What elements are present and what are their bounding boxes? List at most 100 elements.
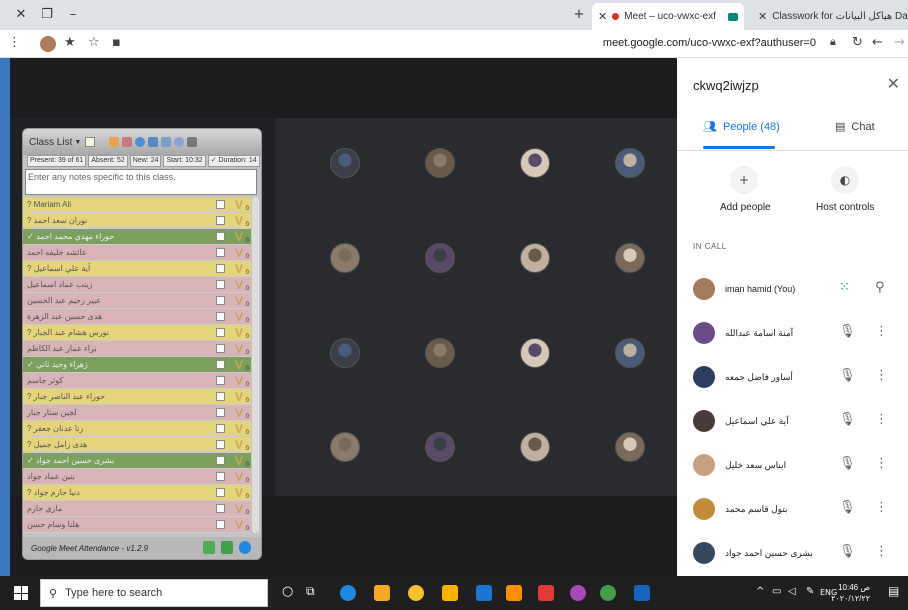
- windows-start-icon[interactable]: [14, 586, 28, 600]
- hand-icon[interactable]: V: [235, 310, 243, 324]
- hand-icon[interactable]: V: [235, 342, 243, 356]
- participant-video-avatar[interactable]: [330, 338, 360, 368]
- close-window-icon[interactable]: ✕: [8, 7, 34, 22]
- minimize-window-icon[interactable]: –: [60, 7, 86, 22]
- attendance-checkbox[interactable]: [216, 392, 225, 401]
- chrome-icon[interactable]: [408, 585, 424, 601]
- participant-row[interactable]: بشرى حسين احمد جواد 🎙︎ ⋮: [677, 534, 908, 578]
- reload-icon[interactable]: ↻: [852, 35, 863, 50]
- student-row[interactable]: ✓ بشرى حسين احمد جواد V 0: [23, 453, 251, 469]
- hand-icon[interactable]: V: [235, 198, 243, 212]
- student-row[interactable]: ? نوران سعد احمد V 0: [23, 213, 251, 229]
- student-row[interactable]: هدى حسين عبد الزهرة V 0: [23, 309, 251, 325]
- back-icon[interactable]: ←: [872, 35, 883, 50]
- student-row[interactable]: ? دنيا حازم جواد V 0: [23, 485, 251, 501]
- participant-row[interactable]: آية علي اسماعيل 🎙︎ ⋮: [677, 402, 908, 446]
- student-row[interactable]: بنين عماد جواد V 0: [23, 469, 251, 485]
- url-text[interactable]: meet.google.com/uco-vwxc-exf?authuser=0: [603, 37, 816, 49]
- participant-row[interactable]: آمنة اسامة عبدالله 🎙︎ ⋮: [677, 314, 908, 358]
- file-explorer-icon[interactable]: [374, 585, 390, 601]
- download-icon[interactable]: [221, 541, 233, 554]
- close-panel-icon[interactable]: ✕: [887, 74, 900, 93]
- participant-video-avatar[interactable]: [520, 148, 550, 178]
- more-options-icon[interactable]: ⋮: [875, 500, 888, 515]
- hand-icon[interactable]: V: [235, 214, 243, 228]
- attendance-checkbox[interactable]: [216, 344, 225, 353]
- refresh-icon[interactable]: [135, 137, 146, 147]
- spreadsheet-icon[interactable]: [203, 541, 215, 554]
- student-row[interactable]: لجين ستار جبار V 0: [23, 405, 251, 421]
- participant-video-avatar[interactable]: [615, 243, 645, 273]
- hand-icon[interactable]: V: [235, 518, 243, 532]
- student-row[interactable]: كوثر جاسم V 0: [23, 373, 251, 389]
- tab-close-icon[interactable]: ✕: [598, 10, 607, 23]
- attendance-checkbox[interactable]: [216, 424, 225, 433]
- clock[interactable]: 10:46 ص ٢٠٢٠/١٢/٢٢: [831, 582, 870, 604]
- participant-video-avatar[interactable]: [425, 338, 455, 368]
- student-row[interactable]: ? آية علي اسماعيل V 0: [23, 261, 251, 277]
- network-icon[interactable]: ▭: [772, 586, 781, 597]
- speaking-indicator-icon[interactable]: ⁙: [839, 280, 850, 295]
- add-people-button[interactable]: Add people: [720, 202, 771, 213]
- hand-icon[interactable]: V: [235, 438, 243, 452]
- edit-icon[interactable]: [122, 137, 133, 147]
- participant-video-avatar[interactable]: [330, 243, 360, 273]
- more-options-icon[interactable]: ⋮: [875, 456, 888, 471]
- hand-icon[interactable]: V: [235, 422, 243, 436]
- student-row[interactable]: براء عمار عبد الكاظم V 0: [23, 341, 251, 357]
- edge-icon[interactable]: [340, 585, 356, 601]
- participant-video-avatar[interactable]: [615, 432, 645, 462]
- hand-icon[interactable]: V: [235, 230, 243, 244]
- more-options-icon[interactable]: ⋮: [875, 544, 888, 559]
- tab-classwork[interactable]: ✕ Classwork for هياكل البيانات Data: [752, 3, 908, 30]
- participant-video-avatar[interactable]: [330, 432, 360, 462]
- participant-video-avatar[interactable]: [615, 148, 645, 178]
- attendance-checkbox[interactable]: [216, 248, 225, 257]
- mic-off-icon[interactable]: 🎙︎: [839, 368, 856, 383]
- notepad-icon[interactable]: [85, 137, 96, 147]
- attendance-checkbox[interactable]: [216, 520, 225, 529]
- viber-icon[interactable]: [570, 585, 586, 601]
- attendance-checkbox[interactable]: [216, 264, 225, 273]
- cortana-icon[interactable]: ○: [282, 584, 293, 599]
- hand-icon[interactable]: V: [235, 358, 243, 372]
- attendance-checkbox[interactable]: [216, 408, 225, 417]
- attendance-checkbox[interactable]: [216, 472, 225, 481]
- mic-off-icon[interactable]: 🎙︎: [839, 500, 856, 515]
- participant-video-avatar[interactable]: [425, 243, 455, 273]
- bookmark-star-icon[interactable]: ☆: [88, 35, 100, 50]
- store-icon[interactable]: [442, 585, 458, 601]
- participant-row[interactable]: iman hamid (You) ⁙ ⚲: [677, 270, 908, 314]
- mic-off-icon[interactable]: 🎙︎: [839, 324, 856, 339]
- attendance-checkbox[interactable]: [216, 216, 225, 225]
- hand-icon[interactable]: V: [235, 470, 243, 484]
- restore-window-icon[interactable]: ❐: [34, 7, 60, 22]
- student-row[interactable]: هلنا وسام حسن V 0: [23, 517, 251, 533]
- office-icon[interactable]: [538, 585, 554, 601]
- export-icon[interactable]: [109, 137, 120, 147]
- participant-row[interactable]: ايناس سعد خليل 🎙︎ ⋮: [677, 446, 908, 490]
- mic-off-icon[interactable]: 🎙︎: [839, 544, 856, 559]
- hand-icon[interactable]: V: [235, 326, 243, 340]
- attendance-checkbox[interactable]: [216, 504, 225, 513]
- tab-meet[interactable]: ✕ Meet – uco-vwxc-exf: [592, 3, 744, 30]
- student-row[interactable]: ✓ زهراء وحيد ثاني V 0: [23, 357, 251, 373]
- hand-icon[interactable]: V: [235, 486, 243, 500]
- settings-icon[interactable]: [174, 137, 185, 147]
- app-icon[interactable]: [506, 585, 522, 601]
- hand-icon[interactable]: V: [235, 390, 243, 404]
- notes-textarea[interactable]: Enter any notes specific to this class.: [25, 169, 257, 195]
- host-controls-icon[interactable]: ◐: [831, 166, 859, 194]
- participant-video-avatar[interactable]: [520, 338, 550, 368]
- extensions-icon[interactable]: ★: [64, 35, 76, 50]
- forward-icon[interactable]: →: [894, 35, 905, 50]
- attendance-checkbox[interactable]: [216, 488, 225, 497]
- notifications-icon[interactable]: ▤: [888, 584, 899, 598]
- student-row[interactable]: عائشه خليفه احمد V 0: [23, 245, 251, 261]
- attendance-checkbox[interactable]: [216, 312, 225, 321]
- pin-icon[interactable]: [187, 137, 198, 147]
- mic-off-icon[interactable]: 🎙︎: [839, 412, 856, 427]
- more-options-icon[interactable]: ⋮: [875, 412, 888, 427]
- attendance-checkbox[interactable]: [216, 456, 225, 465]
- host-controls-button[interactable]: Host controls: [816, 202, 874, 213]
